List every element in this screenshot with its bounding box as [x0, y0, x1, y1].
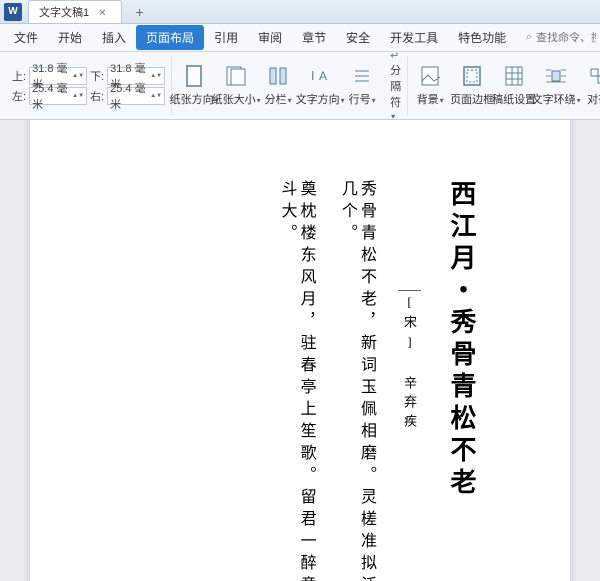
paper-size-button[interactable]: 纸张大小▾ [216, 56, 256, 115]
separator-button[interactable]: ↵ 分隔符 ▾ [390, 49, 401, 122]
menu-插入[interactable]: 插入 [92, 25, 136, 50]
line-numbers-button[interactable]: 行号▾ [342, 56, 382, 115]
columns-button[interactable]: 分栏▾ [258, 56, 298, 115]
orientation-icon [182, 64, 206, 88]
poem-line-1: 秀骨青松不老，新词玉佩相磨。灵槎准拟泛银河。剩摘天星几个。 [338, 180, 376, 581]
text-wrap-icon [544, 64, 568, 88]
chevron-down-icon: ▾ [372, 96, 376, 105]
margin-right-input[interactable]: 25.4 毫米▲▼ [107, 87, 165, 105]
paper-size-icon [224, 64, 248, 88]
menu-开始[interactable]: 开始 [48, 25, 92, 50]
stepper-icon[interactable]: ▲▼ [150, 93, 162, 99]
stepper-icon[interactable]: ▲▼ [72, 73, 84, 79]
menu-页面布局[interactable]: 页面布局 [136, 25, 204, 50]
document-tab[interactable]: 文字文稿1 ✕ [28, 0, 122, 23]
background-icon [418, 64, 442, 88]
close-icon[interactable]: ✕ [98, 8, 106, 19]
margin-group: 上: 31.8 毫米▲▼ 下: 31.8 毫米▲▼ 左: 25.4 毫米▲▼ 右… [6, 56, 172, 115]
columns-icon [266, 64, 290, 88]
search-input[interactable] [536, 32, 596, 44]
titlebar: W 文字文稿1 ✕ + [0, 0, 600, 24]
menu-特色功能[interactable]: 特色功能 [448, 25, 516, 50]
menu-开发工具[interactable]: 开发工具 [380, 25, 448, 50]
poem-title: 西江月・秀骨青松不老 [443, 180, 480, 581]
margin-bottom-label: 下: [90, 68, 104, 84]
align-icon [586, 64, 600, 88]
search-box[interactable]: ⌕ [526, 31, 596, 44]
chevron-down-icon: ▾ [440, 96, 444, 105]
document-page[interactable]: 西江月・秀骨青松不老 [宋] 辛弃疾 秀骨青松不老，新词玉佩相磨。灵槎准拟泛银河… [30, 120, 570, 581]
align-button[interactable]: 对齐 [578, 56, 600, 115]
chevron-down-icon: ▾ [288, 96, 292, 105]
menu-审阅[interactable]: 审阅 [248, 25, 292, 50]
page-area: 西江月・秀骨青松不老 [宋] 辛弃疾 秀骨青松不老，新词玉佩相磨。灵槎准拟泛银河… [0, 120, 600, 581]
ribbon: 上: 31.8 毫米▲▼ 下: 31.8 毫米▲▼ 左: 25.4 毫米▲▼ 右… [0, 52, 600, 120]
orientation-button[interactable]: 纸张方向▾ [174, 56, 214, 115]
poem-line-2: 奠枕楼东风月，驻春亭上笙歌。留君一醉意如何。金印明年斗大。 [277, 180, 315, 581]
page-border-icon [460, 64, 484, 88]
background-button[interactable]: 背景▾ [410, 56, 450, 115]
stepper-icon[interactable]: ▲▼ [72, 93, 84, 99]
text-direction-button[interactable]: ⅠA 文字方向▾ [300, 56, 340, 115]
grid-icon [502, 64, 526, 88]
margin-left-label: 左: [12, 88, 26, 104]
poem-author: [宋] 辛弃疾 [398, 290, 421, 581]
margin-left-input[interactable]: 25.4 毫米▲▼ [29, 87, 87, 105]
stepper-icon[interactable]: ▲▼ [150, 73, 162, 79]
tab-title: 文字文稿1 [39, 7, 89, 19]
add-tab-button[interactable]: + [130, 4, 150, 20]
svg-text:Ⅰ: Ⅰ [311, 69, 315, 83]
menu-章节[interactable]: 章节 [292, 25, 336, 50]
margin-right-label: 右: [90, 88, 104, 104]
search-icon: ⌕ [526, 31, 532, 44]
menu-文件[interactable]: 文件 [4, 25, 48, 50]
menu-安全[interactable]: 安全 [336, 25, 380, 50]
page-border-button[interactable]: 页面边框 [452, 56, 492, 115]
margin-top-label: 上: [12, 68, 26, 84]
line-numbers-icon [350, 64, 374, 88]
text-wrap-button[interactable]: 文字环绕▾ [536, 56, 576, 115]
menu-bar: 文件开始插入页面布局引用审阅章节安全开发工具特色功能 ⌕ [0, 24, 600, 52]
app-icon: W [4, 3, 22, 21]
text-direction-icon: ⅠA [308, 64, 332, 88]
svg-text:A: A [319, 69, 327, 83]
grid-settings-button[interactable]: 稿纸设置 [494, 56, 534, 115]
menu-引用[interactable]: 引用 [204, 25, 248, 50]
